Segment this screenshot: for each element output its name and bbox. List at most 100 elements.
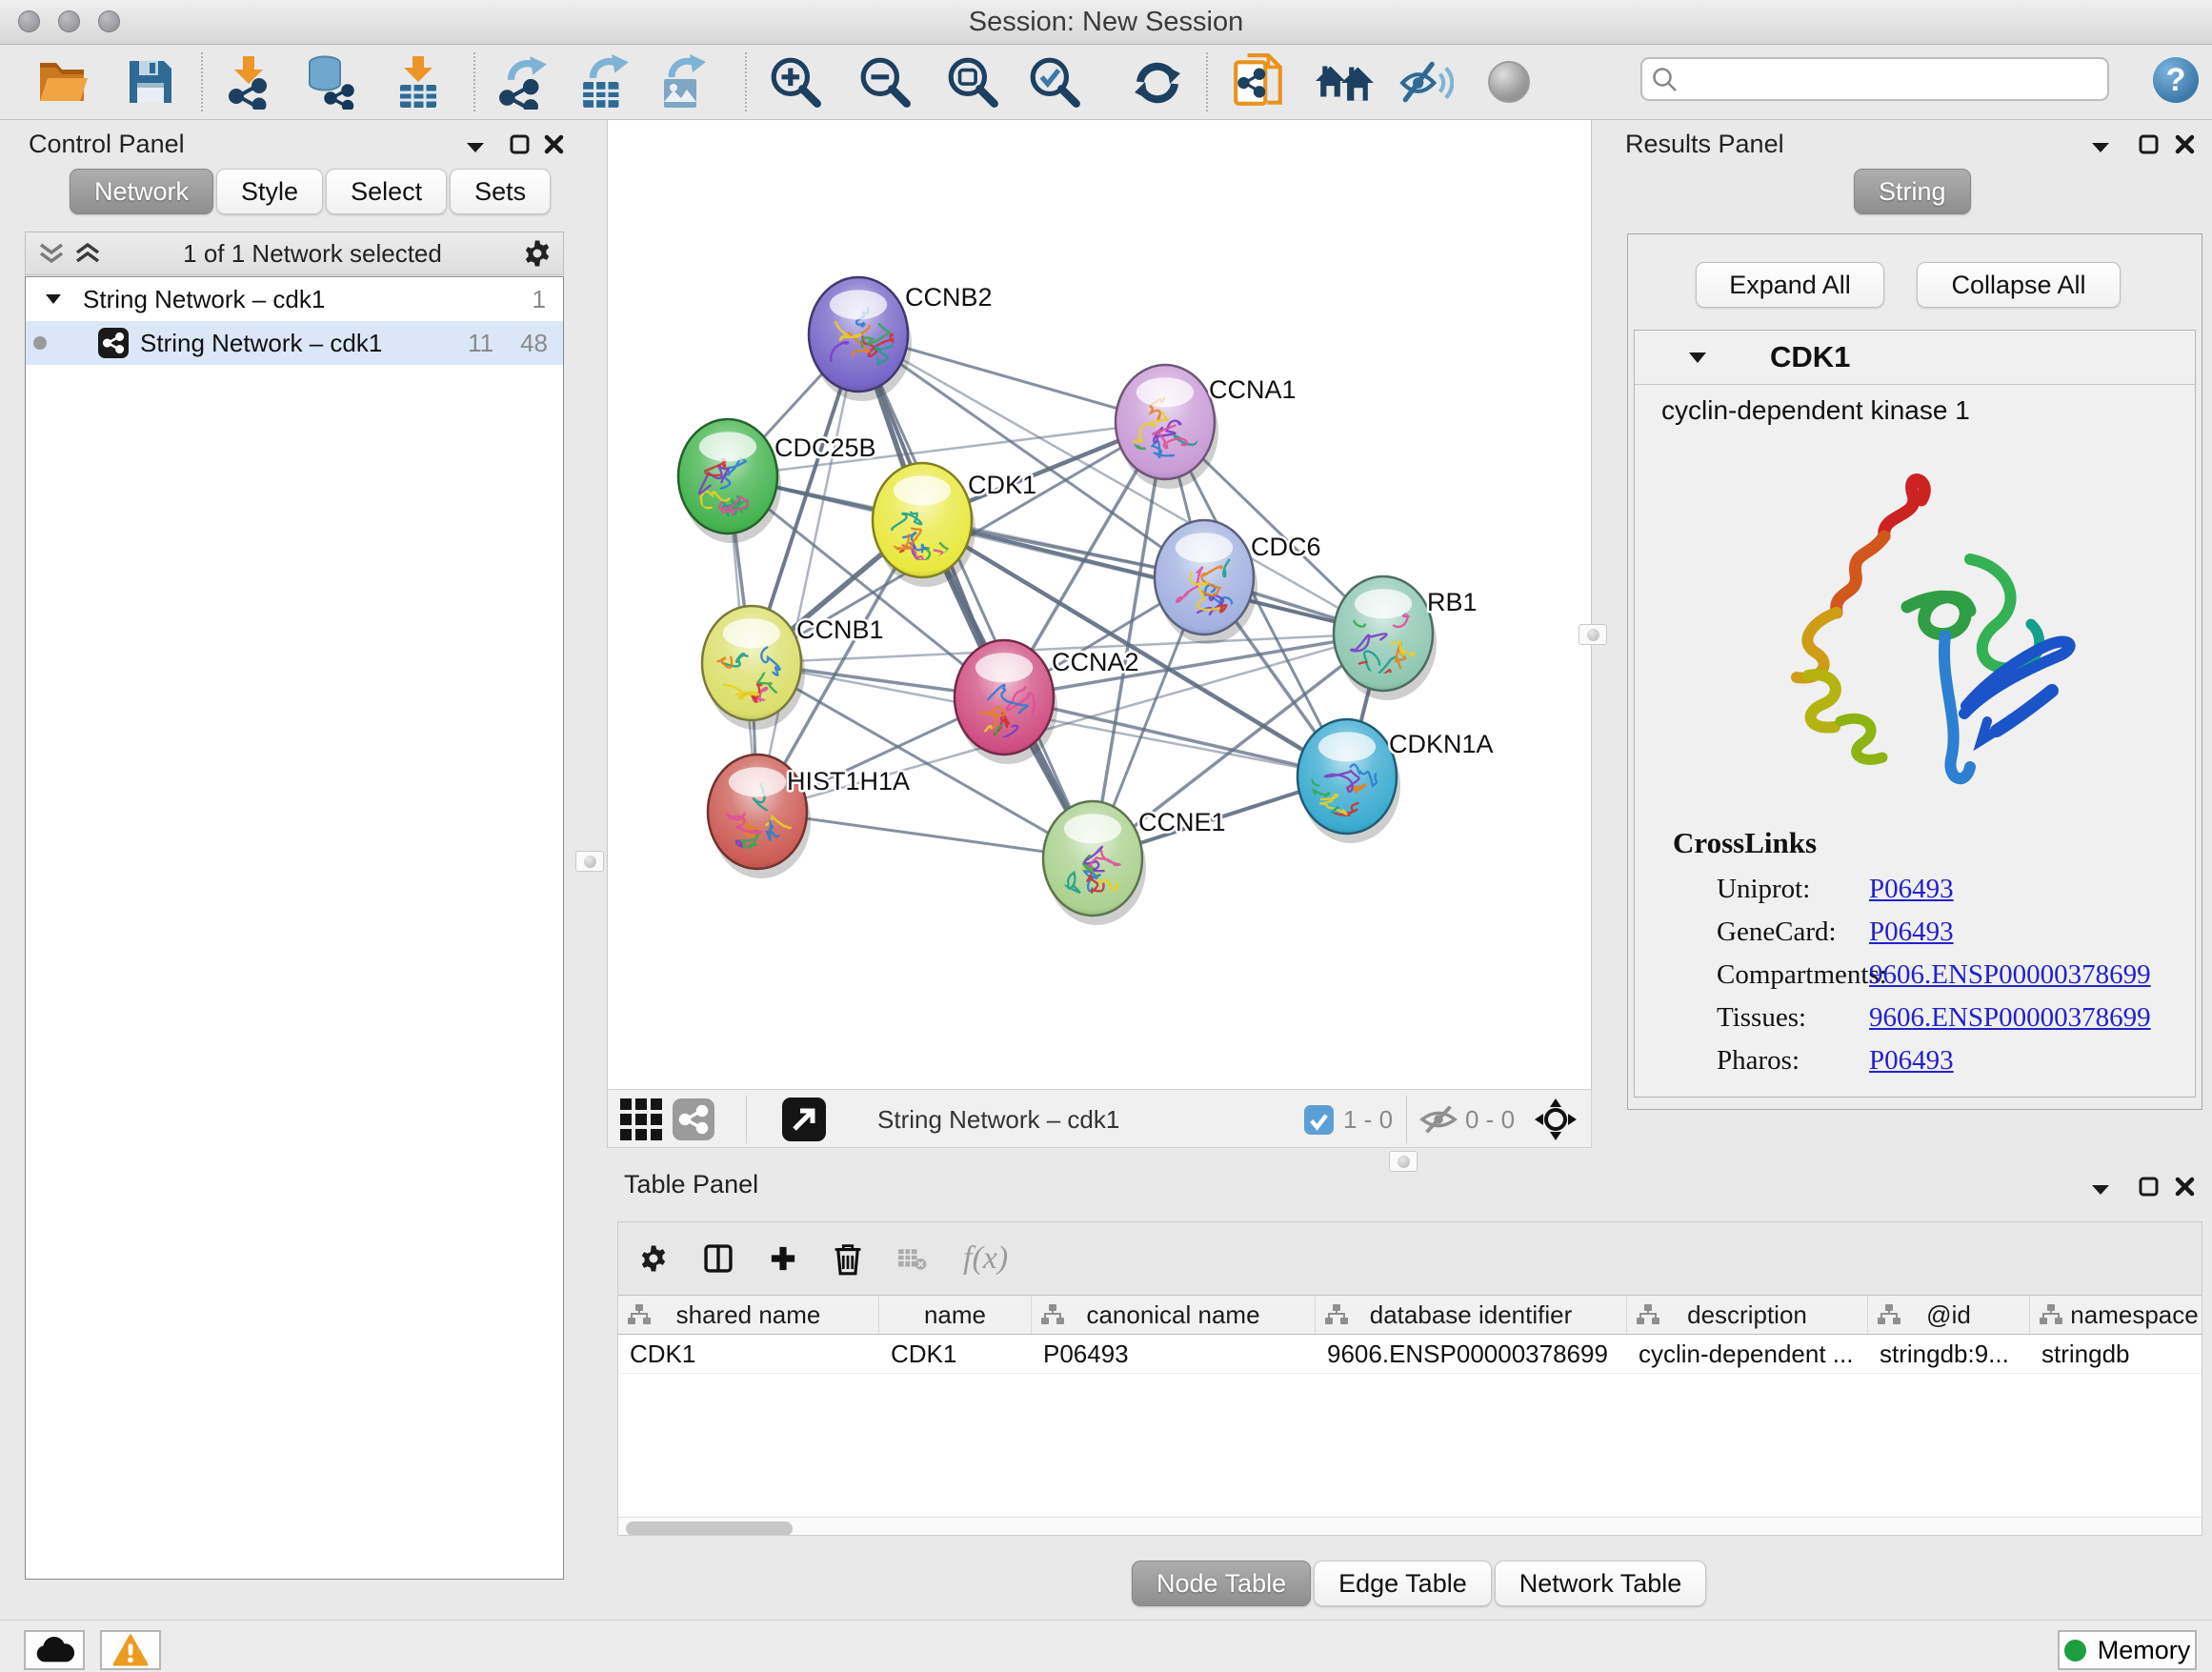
table-horizontal-scrollbar bbox=[618, 1517, 2202, 1536]
network-options-gear-icon[interactable] bbox=[523, 239, 552, 268]
zoom-selected-icon[interactable] bbox=[1027, 53, 1082, 111]
table-options-gear-icon[interactable] bbox=[639, 1244, 668, 1273]
network-node-CCNA1[interactable] bbox=[1116, 365, 1218, 489]
show-columns-icon[interactable] bbox=[704, 1244, 733, 1273]
section-collapse-icon[interactable] bbox=[1688, 352, 1707, 364]
column-header-canonical-name[interactable]: canonical name bbox=[1032, 1296, 1316, 1334]
selected-counts: 1 - 0 bbox=[1343, 1098, 1393, 1141]
collapse-all-networks-icon[interactable] bbox=[37, 239, 66, 268]
network-collection-row[interactable]: String Network – cdk1 1 bbox=[26, 277, 563, 321]
help-button[interactable]: ? bbox=[2153, 57, 2199, 103]
protein-structure-image bbox=[1726, 445, 2107, 826]
right-splitter-handle[interactable] bbox=[1579, 624, 1607, 645]
delete-column-icon[interactable] bbox=[834, 1244, 862, 1273]
table-cell: stringdb bbox=[2030, 1335, 2202, 1373]
left-splitter-handle[interactable] bbox=[575, 851, 604, 872]
expand-all-networks-icon[interactable] bbox=[73, 239, 102, 268]
network-view-toolbar: String Network – cdk1 1 - 0 0 - 0 bbox=[607, 1089, 1592, 1148]
import-network-database-icon[interactable] bbox=[303, 53, 356, 111]
network-node-CCNE1[interactable] bbox=[1043, 801, 1146, 925]
create-network-file-icon[interactable] bbox=[1233, 53, 1284, 111]
network-node-CCNB1[interactable] bbox=[701, 606, 805, 730]
zoom-in-icon[interactable] bbox=[768, 53, 823, 111]
column-label: shared name bbox=[676, 1300, 821, 1330]
crosslink-link[interactable]: P06493 bbox=[1869, 917, 1954, 947]
column-header-description[interactable]: description bbox=[1627, 1296, 1868, 1334]
network-share-icon bbox=[98, 328, 129, 358]
selected-checkbox-icon[interactable] bbox=[1304, 1098, 1334, 1141]
save-session-icon[interactable] bbox=[126, 53, 175, 111]
control-panel-close-icon[interactable] bbox=[539, 130, 568, 158]
warnings-button[interactable] bbox=[100, 1630, 161, 1670]
zoom-fit-icon[interactable] bbox=[945, 53, 1000, 111]
add-column-icon[interactable] bbox=[769, 1244, 797, 1273]
show-all-eye-icon[interactable] bbox=[1488, 53, 1530, 111]
network-node-CDC25B[interactable] bbox=[678, 419, 781, 543]
import-table-file-icon[interactable] bbox=[392, 53, 444, 111]
crosslink-label: Tissues: bbox=[1717, 1002, 1869, 1034]
crosslink-link[interactable]: P06493 bbox=[1869, 1045, 1954, 1076]
open-session-icon[interactable] bbox=[36, 53, 91, 111]
network-share-gray-icon[interactable] bbox=[673, 1098, 714, 1141]
expand-all-button[interactable]: Expand All bbox=[1696, 262, 1884, 308]
table-panel-menu-icon[interactable] bbox=[2086, 1176, 2115, 1204]
network-node-CDK1[interactable] bbox=[873, 463, 975, 587]
table-tabs: Node TableEdge TableNetwork Table bbox=[1132, 1561, 1709, 1606]
crosslinks-heading: CrossLinks bbox=[1673, 826, 1817, 860]
network-node-CCNB2[interactable] bbox=[809, 277, 912, 401]
search-input[interactable] bbox=[1679, 60, 2107, 98]
column-header-name[interactable]: name bbox=[879, 1296, 1032, 1334]
column-header-shared-name[interactable]: shared name bbox=[618, 1296, 879, 1334]
column-header--id[interactable]: @id bbox=[1868, 1296, 2030, 1334]
scrollbar-thumb[interactable] bbox=[626, 1521, 793, 1536]
network-node-CCNA2[interactable] bbox=[952, 640, 1057, 767]
export-image-icon[interactable] bbox=[657, 53, 713, 111]
tab-select[interactable]: Select bbox=[326, 169, 447, 214]
birdseye-grid-icon[interactable] bbox=[620, 1098, 662, 1141]
table-rows: CDK1CDK1P064939606.ENSP00000378699cyclin… bbox=[618, 1335, 2202, 1374]
tab-node-table[interactable]: Node Table bbox=[1132, 1561, 1311, 1606]
results-panel-float-icon[interactable] bbox=[2134, 130, 2162, 158]
tab-string[interactable]: String bbox=[1854, 169, 1971, 214]
network-edge-CCNB2-HIST1H1A[interactable] bbox=[757, 334, 858, 812]
memory-button[interactable]: Memory bbox=[2058, 1630, 2197, 1670]
string-home-icon[interactable] bbox=[1315, 53, 1374, 111]
column-header-namespace[interactable]: namespace bbox=[2030, 1296, 2202, 1334]
fit-crosshair-icon[interactable] bbox=[1534, 1098, 1578, 1141]
results-panel-close-icon[interactable] bbox=[2170, 130, 2199, 158]
table-panel-close-icon[interactable] bbox=[2170, 1172, 2199, 1200]
crosslink-link[interactable]: P06493 bbox=[1869, 874, 1954, 904]
export-view-icon[interactable] bbox=[782, 1098, 826, 1141]
table-panel-float-icon[interactable] bbox=[2134, 1172, 2162, 1200]
results-panel-menu-icon[interactable] bbox=[2086, 133, 2115, 162]
zoom-out-icon[interactable] bbox=[857, 53, 913, 111]
tab-network[interactable]: Network bbox=[70, 169, 213, 214]
network-node-RB1[interactable] bbox=[1332, 576, 1437, 700]
network-node-CDKN1A[interactable] bbox=[1297, 719, 1400, 843]
tab-sets[interactable]: Sets bbox=[450, 169, 551, 214]
column-header-database-identifier[interactable]: database identifier bbox=[1316, 1296, 1627, 1334]
hide-selected-eye-icon[interactable] bbox=[1398, 53, 1454, 111]
control-panel-float-icon[interactable] bbox=[505, 130, 533, 158]
table-row[interactable]: CDK1CDK1P064939606.ENSP00000378699cyclin… bbox=[618, 1335, 2202, 1374]
crosslink-link[interactable]: 9606.ENSP00000378699 bbox=[1869, 959, 2151, 990]
export-network-icon[interactable] bbox=[497, 53, 553, 111]
network-row-selected[interactable]: String Network – cdk1 11 48 bbox=[26, 321, 563, 365]
protein-name: CDK1 bbox=[1770, 340, 1850, 374]
export-table-icon[interactable] bbox=[579, 53, 634, 111]
tab-edge-table[interactable]: Edge Table bbox=[1314, 1561, 1492, 1606]
tab-network-table[interactable]: Network Table bbox=[1495, 1561, 1707, 1606]
cloud-button[interactable] bbox=[24, 1630, 85, 1670]
network-canvas[interactable]: CCNB2CCNA1CDC25BCDK1CDC6RB1CCNB1CCNA2CDK… bbox=[607, 120, 1592, 1089]
refresh-icon[interactable] bbox=[1132, 53, 1183, 111]
network-node-CDC6[interactable] bbox=[1155, 520, 1257, 644]
title-bar: Session: New Session bbox=[0, 0, 2212, 45]
table-cell: CDK1 bbox=[879, 1335, 1032, 1373]
control-panel-menu-icon[interactable] bbox=[461, 133, 490, 162]
horizontal-splitter-handle[interactable] bbox=[1389, 1151, 1418, 1172]
collapse-all-button[interactable]: Collapse All bbox=[1917, 262, 2121, 308]
crosslink-link[interactable]: 9606.ENSP00000378699 bbox=[1869, 1002, 2151, 1033]
import-network-file-icon[interactable] bbox=[223, 53, 274, 111]
tab-style[interactable]: Style bbox=[216, 169, 323, 214]
protein-section-header[interactable]: CDK1 bbox=[1635, 331, 2195, 385]
